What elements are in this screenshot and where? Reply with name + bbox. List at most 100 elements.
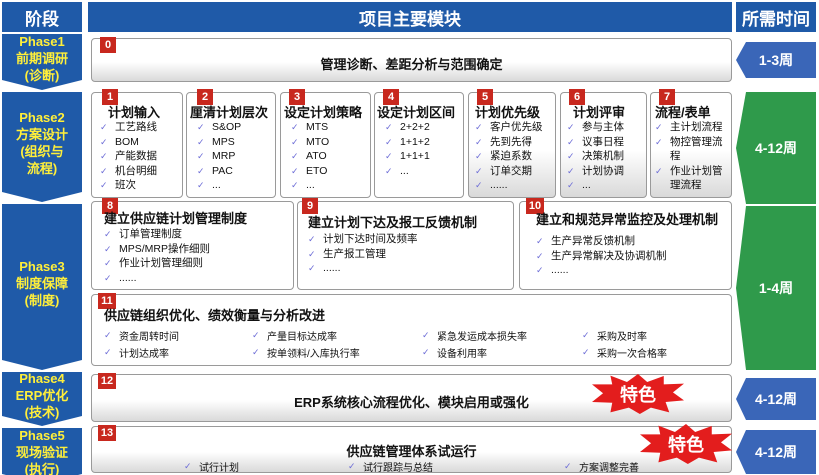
list-item: ✓ 先到先得: [475, 135, 532, 148]
module-9-box: 9 建立计划下达及报工反馈机制 ✓ 计划下达时间及频率 ✓ 生产报工管理 ✓....…: [297, 198, 514, 290]
module-6-items: ✓ 参与主体 ✓ 议事日程 ✓ 决策机制 ✓ 计划协调 ✓...: [567, 120, 624, 193]
list-item: ✓......: [475, 179, 508, 191]
phase-3-type: (制度): [24, 292, 60, 308]
module-4-items: ✓ 2+2+2 ✓ 1+1+2 ✓ 1+1+1 ✓...: [385, 120, 430, 178]
module-7-box: 7 流程/表单 ✓ 主计划流程 ✓ 物控管理流 程 ✓ 作业计划管 理流程: [650, 89, 732, 198]
list-item: ✓ 计划下达时间及频率: [308, 233, 418, 245]
list-item: ✓ 作业计划管: [655, 164, 723, 177]
check-icon: ✓: [567, 151, 575, 161]
module-0-box: 0 管理诊断、差距分析与范围确定: [91, 37, 732, 82]
module-8-box: 8 建立供应链计划管理制度 ✓ 订单管理制度 ✓ MPS/MRP操作细则 ✓ 作业计划…: [91, 198, 294, 290]
list-item: ✓ 生产报工管理: [308, 247, 386, 260]
list-item: ✓ 生产异常解决及协调机制: [536, 249, 667, 262]
module-7-items: ✓ 主计划流程 ✓ 物控管理流 程 ✓ 作业计划管 理流程: [655, 120, 723, 193]
check-icon: ✓: [475, 136, 483, 147]
phase-3-name: 制度保障: [15, 275, 68, 291]
module-10-title: 建立和规范异常监控及处理机制: [536, 212, 719, 227]
list-item: ✓ S&OP: [197, 121, 242, 133]
check-icon: ✓: [197, 136, 205, 147]
list-item: ✓ MTS: [291, 121, 329, 133]
header-duration: 所需时间: [736, 2, 816, 32]
phase-1-type: (诊断): [24, 67, 60, 83]
phase-4-type: (技术): [24, 404, 60, 420]
check-icon: ✓: [385, 151, 393, 161]
kpi-item: ✓ 紧急发运成本损失率: [422, 330, 527, 343]
check-icon: ✓: [567, 165, 575, 176]
module-11-title: 供应链组织优化、绩效衡量与分析改进: [104, 308, 326, 323]
list-item: ✓ 班次: [100, 179, 136, 191]
kpi-item: ✓ 计划达成率: [104, 347, 169, 360]
check-icon: ✓: [422, 330, 430, 341]
phase-1-name: 前期调研: [15, 50, 68, 66]
phase-3-label: Phase3 制度保障 (制度): [2, 204, 82, 370]
check-icon: ✓: [308, 234, 316, 244]
module-3-items: ✓ MTS ✓ MTO ✓ ATO ✓ ETO ✓...: [291, 120, 329, 193]
module-13-box: 13 供应链管理体系试运行 ✓ 试行计划 ✓ 试行跟踪与总结 ✓ 方案调整完善: [91, 425, 732, 474]
phase-4-name: ERP优化: [15, 387, 69, 403]
check-icon: ✓: [655, 165, 663, 176]
list-item: ✓ MPS: [197, 135, 235, 148]
kpi-item: ✓ 采购及时率: [582, 330, 647, 343]
check-icon: ✓: [536, 236, 544, 246]
list-item: ✓......: [536, 264, 569, 276]
duration-phase-4: 4-12周: [736, 378, 816, 420]
check-icon: ✓: [475, 165, 483, 176]
check-icon: ✓: [291, 151, 299, 161]
list-item: 理流程: [670, 179, 702, 191]
list-item: ✓ 议事日程: [567, 135, 624, 148]
list-item: ✓ 参与主体: [567, 121, 624, 133]
list-item: ✓ 1+1+1: [385, 150, 430, 162]
module-4-title: 设定计划区间: [377, 105, 456, 120]
check-icon: ✓: [385, 122, 393, 132]
phase-2-name: 方案设计: [15, 127, 68, 142]
phase-4-code: Phase4: [19, 370, 65, 386]
list-item: ✓ 产能数据: [100, 150, 157, 162]
kpi-item: ✓ 按单领料/入库执行率: [252, 347, 360, 360]
kpi-item: ✓ 产量目标达成率: [252, 330, 337, 343]
module-8-title: 建立供应链计划管理制度: [104, 211, 248, 226]
list-item: ✓...: [291, 179, 315, 191]
list-item: ✓ 工艺路线: [100, 121, 157, 133]
list-item: 程: [670, 150, 681, 162]
check-icon: ✓: [385, 165, 393, 176]
module-4-box: 4 设定计划区间 ✓ 2+2+2 ✓ 1+1+2 ✓ 1+1+1 ✓...: [374, 89, 464, 198]
module-5-items: ✓ 客户优先级 ✓ 先到先得 ✓ 紧迫系数 ✓ 订单交期 ✓......: [475, 120, 543, 193]
check-icon: ✓: [291, 122, 299, 132]
module-12-number: 12: [98, 373, 116, 389]
list-item: ✓......: [308, 262, 341, 274]
check-icon: ✓: [100, 165, 108, 176]
check-icon: ✓: [536, 250, 544, 261]
list-item: ✓ MTO: [291, 135, 330, 148]
phase-1-code: Phase1: [19, 33, 65, 49]
check-icon: ✓: [422, 347, 430, 358]
check-icon: ✓: [184, 461, 192, 472]
list-item: ✓...: [197, 179, 221, 191]
check-icon: ✓: [104, 229, 112, 239]
check-icon: ✓: [100, 122, 108, 132]
check-icon: ✓: [197, 151, 205, 161]
check-icon: ✓: [104, 243, 112, 254]
list-item: ✓ MRP: [197, 150, 236, 162]
check-icon: ✓: [475, 180, 483, 190]
module-6-title: 计划评审: [573, 105, 626, 120]
list-item: ✓ 主计划流程: [655, 121, 723, 133]
check-icon: ✓: [252, 347, 260, 358]
module-1-box: 1 计划输入 ✓ 工艺路线 ✓ BOM ✓ 产能数据 ✓ 机台明细 ✓ 班次: [91, 89, 183, 198]
check-icon: ✓: [385, 136, 393, 147]
check-icon: ✓: [308, 263, 316, 273]
check-icon: ✓: [252, 330, 260, 341]
list-item: ✓ 生产异常反馈机制: [536, 235, 635, 247]
module-6-box: 6 计划评审 ✓ 参与主体 ✓ 议事日程 ✓ 决策机制 ✓ 计划协调 ✓...: [560, 89, 647, 198]
module-11-box: 11 供应链组织优化、绩效衡量与分析改进 ✓ 资金周转时间 ✓ 产量目标达成率 ✓ 紧…: [91, 293, 732, 366]
phase-2-type: (组织与: [20, 144, 64, 159]
check-icon: ✓: [567, 136, 575, 147]
check-icon: ✓: [100, 136, 108, 147]
header-modules: 项目主要模块: [88, 2, 732, 32]
module-9-title: 建立计划下达及报工反馈机制: [308, 215, 478, 230]
phase-5-code: Phase5: [19, 427, 65, 443]
phase-3-code: Phase3: [19, 258, 65, 274]
module-3-title: 设定计划策略: [284, 105, 363, 120]
list-item: ✓ BOM: [100, 135, 139, 148]
check-icon: ✓: [536, 265, 544, 275]
duration-phase-1: 1-3周: [736, 42, 816, 78]
